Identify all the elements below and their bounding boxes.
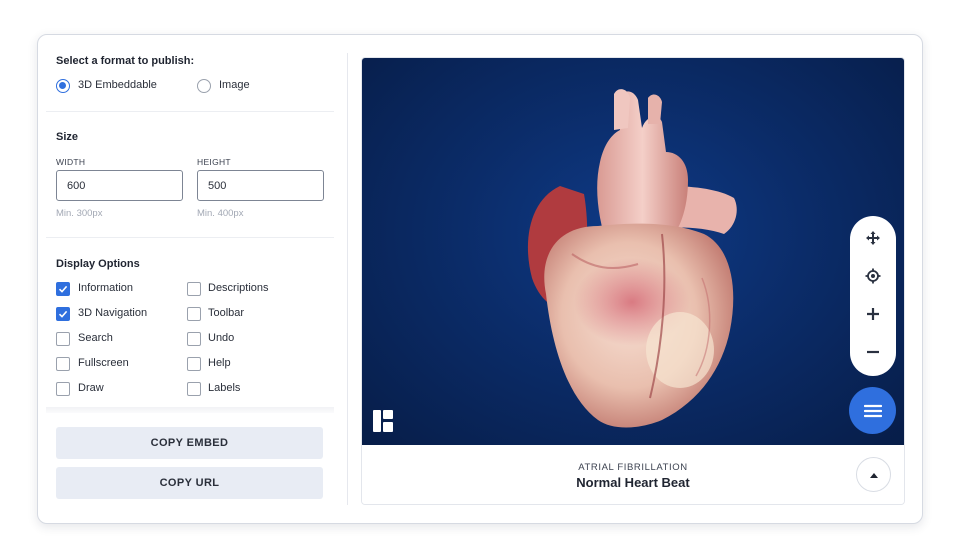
panel-divider xyxy=(347,53,348,505)
checkbox-label: Fullscreen xyxy=(78,357,129,369)
scroll-shadow xyxy=(46,407,334,413)
format-heading: Select a format to publish: xyxy=(56,55,195,67)
checkbox-label: Draw xyxy=(78,382,104,394)
checkbox-label: Help xyxy=(208,357,231,369)
checkbox-descriptions[interactable] xyxy=(187,282,201,296)
hamburger-menu-icon[interactable] xyxy=(849,387,896,434)
radio-3d-embeddable[interactable] xyxy=(56,79,70,93)
heart-model-image xyxy=(527,89,737,428)
copy-url-button[interactable]: COPY URL xyxy=(56,467,323,499)
viewer-footer: ATRIAL FIBRILLATION Normal Heart Beat xyxy=(362,445,904,504)
model-title: Normal Heart Beat xyxy=(576,475,690,490)
zoom-out-icon[interactable] xyxy=(850,333,896,371)
checkbox-3d-navigation[interactable] xyxy=(56,307,70,321)
publish-options: Select a format to publish: 3D Embeddabl… xyxy=(38,35,346,523)
height-hint: Min. 400px xyxy=(197,208,244,219)
checkbox-undo[interactable] xyxy=(187,332,201,346)
checkbox-label: Descriptions xyxy=(208,282,269,294)
viewer-controls xyxy=(850,216,896,376)
3d-viewer-preview: ATRIAL FIBRILLATION Normal Heart Beat xyxy=(361,57,905,505)
size-heading: Size xyxy=(56,131,79,143)
checkbox-draw[interactable] xyxy=(56,382,70,396)
move-icon[interactable] xyxy=(850,219,896,257)
width-field[interactable] xyxy=(56,170,183,201)
3d-canvas[interactable] xyxy=(362,58,904,445)
checkbox-information[interactable] xyxy=(56,282,70,296)
format-option-label: 3D Embeddable xyxy=(78,79,157,91)
checkbox-label: Search xyxy=(78,332,113,344)
checkbox-toolbar[interactable] xyxy=(187,307,201,321)
checkbox-label: Labels xyxy=(208,382,241,394)
checkbox-search[interactable] xyxy=(56,332,70,346)
expand-info-button[interactable] xyxy=(856,457,891,492)
zoom-in-icon[interactable] xyxy=(850,295,896,333)
height-field[interactable] xyxy=(197,170,324,201)
checkbox-labels[interactable] xyxy=(187,382,201,396)
copy-embed-button[interactable]: COPY EMBED xyxy=(56,427,323,459)
height-label: HEIGHT xyxy=(197,157,231,167)
checkbox-label: Information xyxy=(78,282,134,294)
app-logo-icon xyxy=(373,410,395,437)
target-icon[interactable] xyxy=(850,257,896,295)
divider xyxy=(46,111,334,112)
checkbox-label: Toolbar xyxy=(208,307,245,319)
format-option-label: Image xyxy=(219,79,250,91)
width-label: WIDTH xyxy=(56,157,86,167)
radio-image[interactable] xyxy=(197,79,211,93)
publish-panel: Select a format to publish: 3D Embeddabl… xyxy=(37,34,923,524)
checkbox-label: Undo xyxy=(208,332,235,344)
width-hint: Min. 300px xyxy=(56,208,103,219)
checkbox-help[interactable] xyxy=(187,357,201,371)
caret-up-icon xyxy=(869,472,878,478)
checkbox-fullscreen[interactable] xyxy=(56,357,70,371)
model-category: ATRIAL FIBRILLATION xyxy=(578,462,688,473)
divider xyxy=(46,237,334,238)
display-options-heading: Display Options xyxy=(56,258,140,270)
checkbox-label: 3D Navigation xyxy=(78,307,148,319)
